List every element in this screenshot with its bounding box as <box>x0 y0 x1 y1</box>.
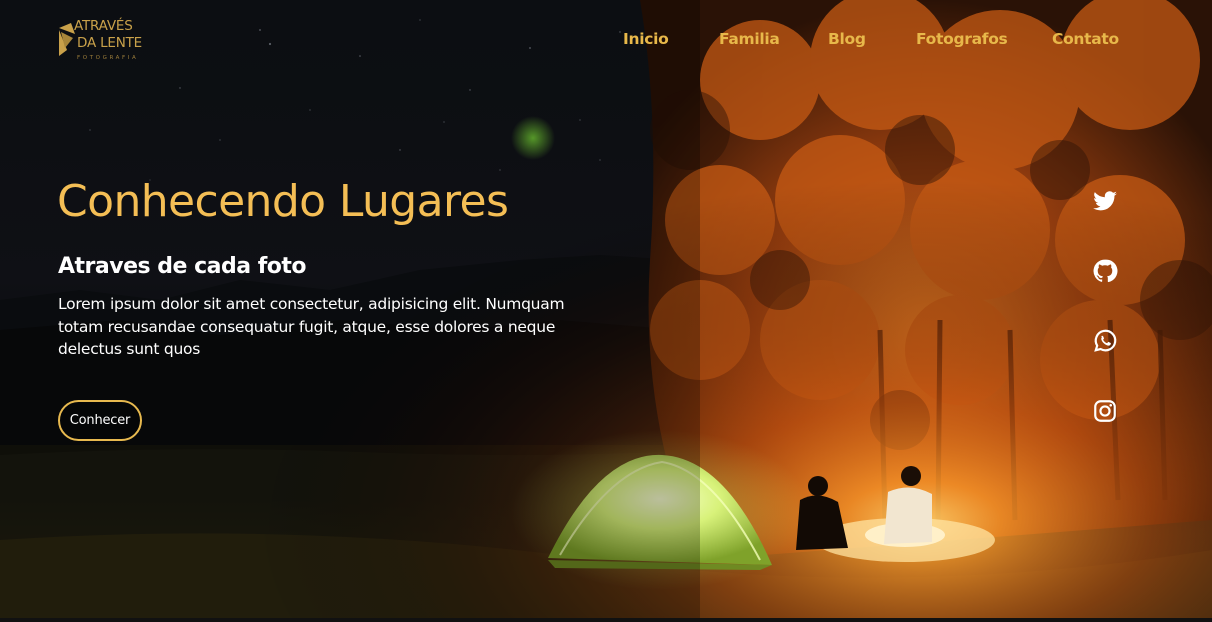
brand-tagline: FOTOGRAFIA <box>77 55 139 61</box>
nav-link-fotografos[interactable]: Fotografos <box>916 30 1008 48</box>
social-links <box>1092 188 1118 428</box>
hero-description: Lorem ipsum dolor sit amet consectetur, … <box>58 295 565 358</box>
github-icon[interactable] <box>1092 258 1118 284</box>
site-header: ATRAVÉS DA LENTE FOTOGRAFIA Inicio Famil… <box>0 0 1212 84</box>
nav-link-inicio[interactable]: Inicio <box>623 30 669 48</box>
nav-link-familia[interactable]: Familia <box>719 30 780 48</box>
instagram-icon[interactable] <box>1092 398 1118 424</box>
whatsapp-icon[interactable] <box>1092 328 1118 354</box>
hero-title: Conhecendo Lugares <box>57 176 509 227</box>
nav-link-contato[interactable]: Contato <box>1052 30 1119 48</box>
hero-subtitle: Atraves de cada foto <box>58 254 307 279</box>
conhecer-button[interactable]: Conhecer <box>58 400 142 441</box>
twitter-icon[interactable] <box>1092 188 1118 214</box>
nav-link-blog[interactable]: Blog <box>828 30 866 48</box>
main-nav: Inicio Familia Blog Fotografos Contato <box>0 30 1212 54</box>
